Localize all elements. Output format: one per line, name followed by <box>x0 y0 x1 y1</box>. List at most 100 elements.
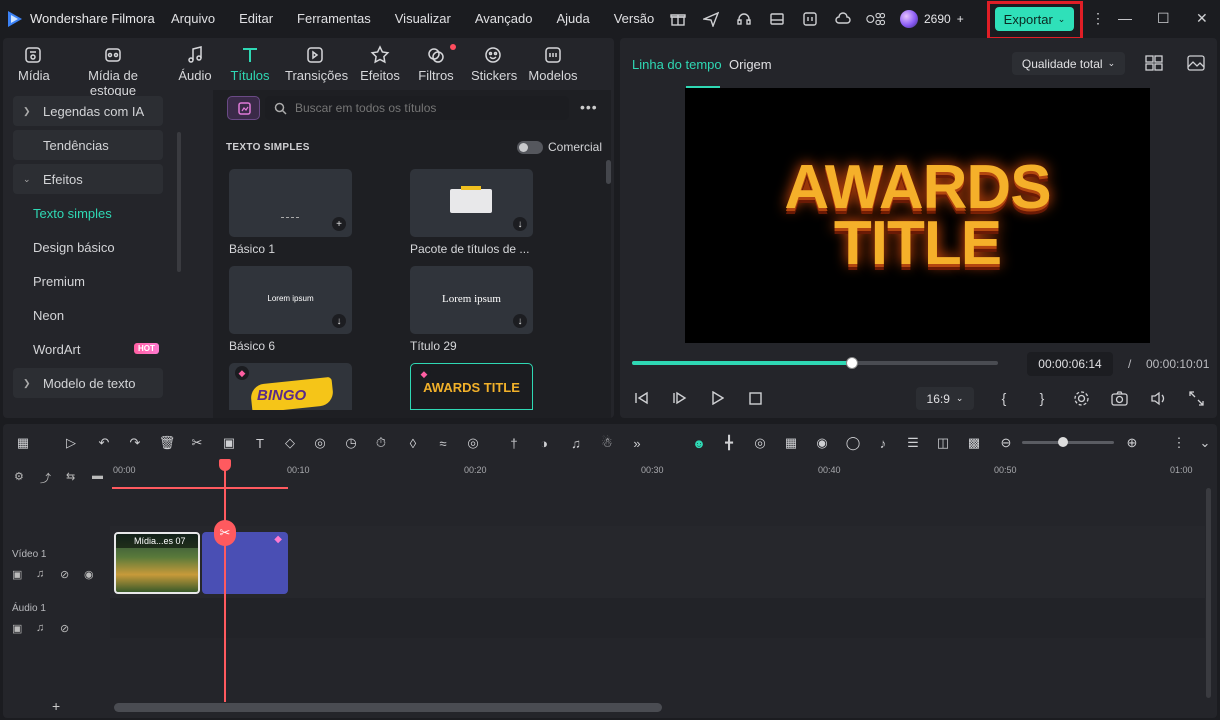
undo-icon[interactable]: ↶ <box>95 434 113 452</box>
play-icon[interactable] <box>708 389 726 407</box>
search-input[interactable] <box>295 101 545 115</box>
headset-icon[interactable] <box>734 9 753 28</box>
quality-dropdown[interactable]: Qualidade total ⌄ <box>1012 52 1125 75</box>
layout-grid-icon[interactable]: ▦ <box>14 434 32 452</box>
compare-view-icon[interactable] <box>1145 55 1163 74</box>
progress-knob[interactable] <box>845 357 858 369</box>
mark-out-icon[interactable]: } <box>1033 389 1051 407</box>
close-icon[interactable]: ✕ <box>1196 10 1208 27</box>
category-tendencias[interactable]: Tendências <box>13 130 163 160</box>
link-icon[interactable]: ⤴ <box>40 470 51 486</box>
zoom-in-icon[interactable]: ⊕ <box>1123 434 1141 452</box>
text-icon[interactable]: T <box>251 434 269 452</box>
timeline-horizontal-scrollbar[interactable] <box>114 703 662 712</box>
snap-icon[interactable]: ╋ <box>720 434 738 452</box>
stabilize-icon[interactable]: ◎ <box>464 434 482 452</box>
download-icon[interactable]: ↓ <box>513 314 527 328</box>
split-icon[interactable]: ✂ <box>188 434 206 452</box>
title-thumb-awards[interactable]: AWARDS TITLE ◆ <box>410 363 533 410</box>
credits-counter[interactable]: 2690 + <box>900 8 964 30</box>
menu-ferramentas[interactable]: Ferramentas <box>297 11 371 26</box>
search-box[interactable] <box>265 96 569 120</box>
mark-in-icon[interactable]: { <box>995 389 1013 407</box>
motion-icon[interactable]: ◉ <box>813 434 831 452</box>
current-timecode[interactable]: 00:00:06:14 <box>1027 352 1113 376</box>
prev-frame-icon[interactable] <box>632 389 650 407</box>
subcategory-neon[interactable]: Neon <box>13 300 163 330</box>
ai-cutout-icon[interactable]: ☃ <box>598 434 616 452</box>
notification-box-icon[interactable] <box>800 9 819 28</box>
render-settings-icon[interactable] <box>1072 389 1090 407</box>
maximize-icon[interactable]: ☐ <box>1157 10 1170 27</box>
category-legendas[interactable]: ❯ Legendas com IA <box>13 96 163 126</box>
adjust-icon[interactable]: ≈ <box>434 434 452 452</box>
lock-icon[interactable]: ▣ <box>12 568 22 581</box>
comercial-toggle[interactable] <box>517 141 543 154</box>
keyframe-icon[interactable]: ◊ <box>404 434 422 452</box>
minimize-icon[interactable]: — <box>1118 10 1132 26</box>
shape-icon[interactable]: ◇ <box>281 434 299 452</box>
chevron-down-icon[interactable]: ⌄ <box>1196 434 1214 452</box>
select-tool-icon[interactable]: ▷ <box>62 434 80 452</box>
ai-text-icon[interactable]: † <box>505 434 523 452</box>
volume-icon[interactable]: ♫ <box>36 622 44 634</box>
sync-icon[interactable]: ⇆ <box>66 470 75 483</box>
scissors-cut-icon[interactable]: ✂ <box>214 520 236 546</box>
mixer-icon[interactable]: ☰ <box>904 434 922 452</box>
menu-arquivo[interactable]: Arquivo <box>171 11 215 26</box>
zoom-slider[interactable] <box>1022 437 1114 447</box>
delete-icon[interactable]: 🗑 <box>158 434 176 452</box>
mute-icon[interactable]: ⊘ <box>60 622 69 635</box>
stop-icon[interactable] <box>746 389 764 407</box>
grid-scrollbar[interactable] <box>606 160 611 184</box>
more-vertical-icon[interactable]: ⋮ <box>1091 10 1105 27</box>
playback-progress-bar[interactable] <box>632 357 998 369</box>
menu-avancado[interactable]: Avançado <box>475 11 533 26</box>
tab-transicoes[interactable]: Transições <box>285 44 348 83</box>
send-icon[interactable] <box>701 9 720 28</box>
crop-icon[interactable]: ▣ <box>220 434 238 452</box>
eye-icon[interactable]: ◉ <box>84 568 94 581</box>
download-icon[interactable]: ↓ <box>332 314 346 328</box>
zoom-out-icon[interactable]: ⊖ <box>997 434 1015 452</box>
title-clip[interactable]: Bi ◆ <box>202 532 288 594</box>
volume-icon[interactable]: ♫ <box>36 568 44 580</box>
group-icon[interactable]: ▦ <box>782 434 800 452</box>
export-button[interactable]: Exportar ⌄ <box>995 7 1074 31</box>
track-toggle-icon[interactable]: ▬ <box>92 470 103 482</box>
tab-modelos[interactable]: Modelos <box>528 44 578 83</box>
timeline-ruler[interactable]: 00:00 00:10 00:20 00:30 00:40 00:50 01:0… <box>110 462 1205 490</box>
volume-icon[interactable] <box>1149 389 1167 407</box>
add-icon[interactable]: + <box>332 217 346 231</box>
apps-icon[interactable] <box>866 9 885 28</box>
add-track-icon[interactable]: + <box>52 698 60 714</box>
title-thumb-bingo[interactable]: BINGO ◆ <box>229 363 352 410</box>
work-area-bar[interactable] <box>112 487 288 489</box>
fullscreen-icon[interactable] <box>1187 389 1205 407</box>
tab-audio[interactable]: Áudio <box>177 44 213 83</box>
tab-filtros[interactable]: Filtros <box>418 44 456 83</box>
snapshot-image-icon[interactable] <box>1187 55 1205 74</box>
title-thumb-basico-1[interactable]: + <box>229 169 352 237</box>
title-thumb-titulo-29[interactable]: Lorem ipsum ↓ <box>410 266 533 334</box>
layout-icon[interactable] <box>767 9 786 28</box>
ai-audio-icon[interactable]: ♫ <box>567 434 585 452</box>
auto-highlight-icon[interactable]: ◎ <box>751 434 769 452</box>
playhead[interactable] <box>224 460 226 702</box>
mask-icon[interactable]: ◎ <box>311 434 329 452</box>
color-match-icon[interactable]: ◑ <box>535 434 553 452</box>
subcategory-texto-simples[interactable]: Texto simples <box>13 198 163 228</box>
aspect-ratio-dropdown[interactable]: 16:9 ⌄ <box>916 387 974 410</box>
more-options-icon[interactable]: ••• <box>580 99 598 115</box>
caption-icon[interactable]: ▩ <box>965 434 983 452</box>
timer-icon[interactable]: ⏱ <box>372 434 390 452</box>
ai-title-button[interactable] <box>227 96 260 120</box>
timeline-vertical-scrollbar[interactable] <box>1206 488 1211 698</box>
mute-icon[interactable]: ⊘ <box>60 568 69 581</box>
tab-stickers[interactable]: Stickers <box>471 44 517 83</box>
lock-icon[interactable]: ▣ <box>12 622 22 635</box>
tab-titulos[interactable]: Títulos <box>229 44 271 83</box>
category-efeitos[interactable]: ⌄ Efeitos <box>13 164 163 194</box>
split-screen-icon[interactable]: ◫ <box>934 434 952 452</box>
shield-icon[interactable]: ◯ <box>844 434 862 452</box>
